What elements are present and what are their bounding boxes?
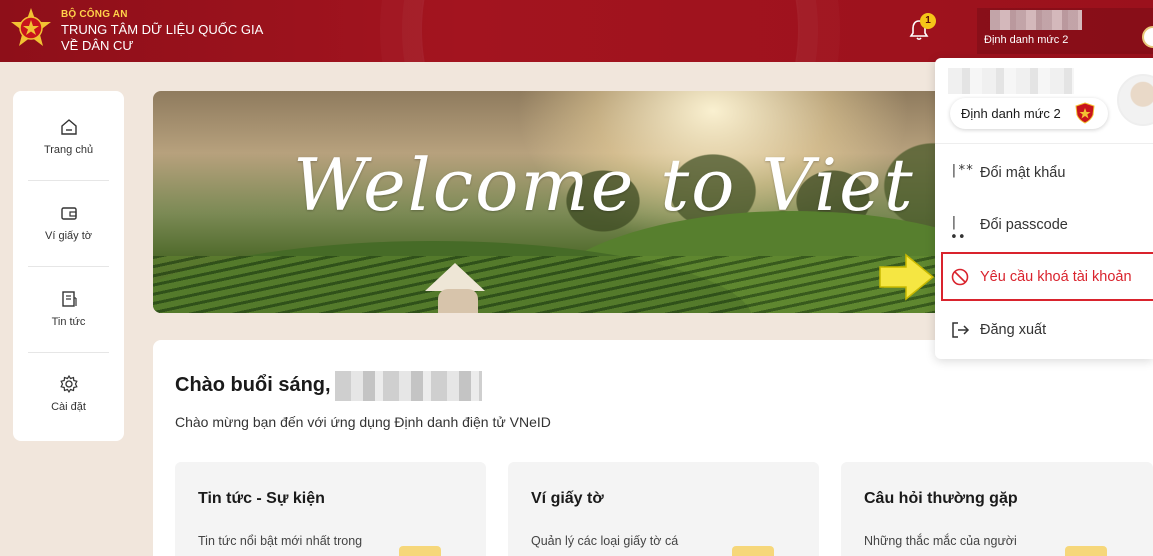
logout-icon (952, 322, 970, 338)
notification-badge: 1 (920, 13, 936, 29)
sidebar-item-label: Trang chủ (43, 144, 94, 156)
greeting-text: Chào buổi sáng, (175, 374, 331, 396)
gear-icon (60, 374, 78, 394)
menu-item-change-passcode[interactable]: |•• Đổi passcode (950, 213, 1150, 245)
card-description: Tin tức nổi bật mới nhất trong (198, 534, 363, 548)
sidebar-item-label: Cài đặt (51, 401, 86, 413)
banner-field-rows (153, 256, 953, 313)
org-parent-label: BỘ CÔNG AN (61, 9, 128, 20)
police-emblem-logo[interactable] (8, 6, 54, 52)
menu-item-lock-account[interactable]: Yêu cầu khoá tài khoản (950, 265, 1150, 289)
user-name-redacted (990, 10, 1082, 30)
sidebar: Trang chủ Ví giấy tờ Tin tức Cài đặt (13, 91, 124, 441)
sidebar-item-label: Ví giấy tờ (45, 230, 92, 242)
org-name: TRUNG TÂM DỮ LIỆU QUỐC GIA VỀ DÂN CƯ (61, 22, 263, 53)
news-icon (62, 291, 77, 307)
pointer-arrow-icon (879, 253, 935, 301)
card-description: Quản lý các loại giấy tờ cá (531, 534, 679, 548)
card-news-events[interactable]: Tin tức - Sự kiện Tin tức nổi bật mới nh… (175, 462, 486, 556)
identity-level-badge: Định danh mức 2 (950, 98, 1108, 129)
menu-item-label: Đổi passcode (980, 217, 1068, 233)
card-document-wallet[interactable]: Ví giấy tờ Quản lý các loại giấy tờ cá (508, 462, 819, 556)
card-title: Ví giấy tờ (531, 490, 604, 507)
conical-hat (425, 263, 485, 291)
menu-item-logout[interactable]: Đăng xuất (950, 318, 1150, 342)
identity-level-label: Định danh mức 2 (961, 106, 1061, 121)
banner-person (438, 289, 478, 313)
menu-item-label: Đổi mật khẩu (980, 165, 1066, 181)
home-icon (61, 119, 77, 135)
card-illustration (732, 546, 774, 556)
wallet-icon (61, 207, 77, 220)
card-illustration (1065, 546, 1107, 556)
greeting-name-redacted (335, 371, 482, 401)
menu-item-change-password[interactable]: |** Đổi mật khẩu (950, 161, 1150, 185)
user-level-label: Định danh mức 2 (984, 34, 1069, 46)
welcome-subtitle: Chào mừng bạn đến với ứng dụng Định danh… (175, 414, 551, 430)
passcode-icon: |•• (950, 215, 966, 245)
password-icon: |** (950, 163, 974, 178)
sidebar-item-settings[interactable]: Cài đặt (13, 353, 124, 439)
card-illustration (399, 546, 441, 556)
card-description: Những thắc mắc của người (864, 534, 1017, 548)
menu-item-label: Đăng xuất (980, 322, 1047, 338)
police-shield-icon (1075, 102, 1095, 124)
sidebar-item-wallet[interactable]: Ví giấy tờ (13, 181, 124, 267)
sidebar-item-home[interactable]: Trang chủ (13, 91, 124, 177)
welcome-banner: Welcome to Viet N (153, 91, 953, 313)
card-title: Câu hỏi thường gặp (864, 490, 1018, 507)
dropdown-divider (935, 143, 1153, 144)
dropdown-user-name-redacted (948, 68, 1074, 94)
menu-item-label: Yêu cầu khoá tài khoản (980, 269, 1132, 285)
banner-welcome-text: Welcome to Viet N (293, 143, 953, 227)
card-faq[interactable]: Câu hỏi thường gặp Những thắc mắc của ng… (841, 462, 1153, 556)
block-icon (951, 268, 969, 286)
sidebar-item-label: Tin tức (51, 316, 86, 328)
card-title: Tin tức - Sự kiện (198, 490, 325, 507)
header-pattern (420, 0, 800, 62)
sidebar-item-news[interactable]: Tin tức (13, 267, 124, 353)
